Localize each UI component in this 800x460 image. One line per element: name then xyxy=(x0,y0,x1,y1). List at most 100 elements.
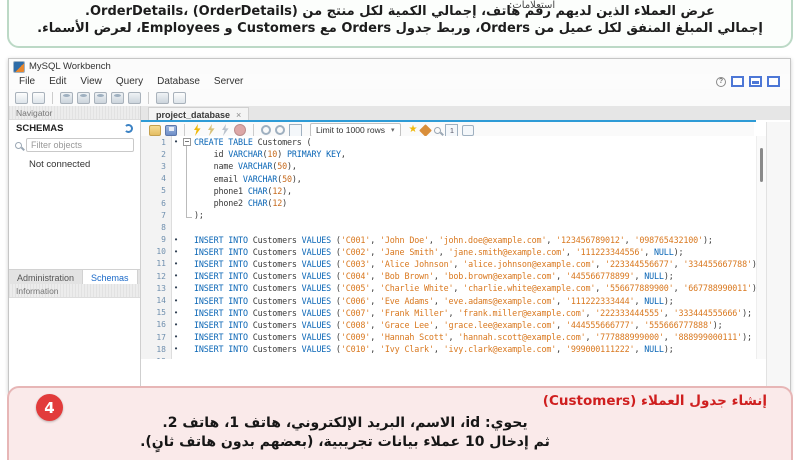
vertical-scrollbar[interactable] xyxy=(756,136,766,359)
menu-file[interactable]: File xyxy=(19,76,35,87)
code-text: INSERT INTO Customers VALUES ('C003', 'A… xyxy=(194,258,756,269)
line-number: 18 xyxy=(156,344,166,354)
sql-editor-area: project_database × Limit to 1000 rows ▾ … xyxy=(141,106,790,442)
line-number: 11 xyxy=(156,259,166,269)
vertical-scrollbar-thumb[interactable] xyxy=(760,148,763,182)
window-controls: ? xyxy=(716,76,790,87)
code-line[interactable]: 1 • CREATE TABLE Customers ( xyxy=(141,136,756,148)
minimize-button[interactable] xyxy=(731,76,744,87)
menu-query[interactable]: Query xyxy=(116,76,143,87)
information-header: Information xyxy=(9,284,140,298)
execute-statement-icon[interactable] xyxy=(206,124,216,136)
code-line[interactable]: 17 • INSERT INTO Customers VALUES ('C009',… xyxy=(141,331,756,343)
code-line[interactable]: 14 • INSERT INTO Customers VALUES ('C006',… xyxy=(141,294,756,306)
collapsed-side-panel xyxy=(766,122,790,393)
code-fold-icon[interactable] xyxy=(183,138,191,146)
chevron-down-icon: ▾ xyxy=(390,127,395,134)
filter-objects-input[interactable]: Filter objects xyxy=(26,138,134,152)
window-title: MySQL Workbench xyxy=(29,61,111,72)
code-line[interactable]: 9 • INSERT INTO Customers VALUES ('C001', … xyxy=(141,234,756,246)
code-fold-guide xyxy=(186,146,192,218)
new-query-tab-icon[interactable] xyxy=(15,91,28,104)
close-button[interactable] xyxy=(767,76,780,87)
statement-marker-icon: • xyxy=(174,295,178,305)
model-icon[interactable] xyxy=(128,91,141,104)
statement-marker-icon: • xyxy=(174,258,178,268)
schema-filter-row: Filter objects xyxy=(9,137,140,153)
row-limit-dropdown[interactable]: Limit to 1000 rows ▾ xyxy=(310,123,401,137)
beautify-wizard-icon[interactable]: ★ xyxy=(409,125,418,135)
preferences-icon[interactable] xyxy=(173,91,186,104)
code-text: phone1 CHAR(12), xyxy=(194,185,292,196)
rollback-icon[interactable] xyxy=(289,123,302,137)
stop-icon[interactable] xyxy=(234,124,246,136)
statement-marker-icon: • xyxy=(174,271,178,281)
code-line[interactable]: 15 • INSERT INTO Customers VALUES ('C007',… xyxy=(141,307,756,319)
code-line[interactable]: 11 • INSERT INTO Customers VALUES ('C003',… xyxy=(141,258,756,270)
top-note-cutoff-text: استعلامات: xyxy=(509,0,556,11)
open-file-icon[interactable] xyxy=(149,124,161,136)
sql-code-editor[interactable]: 1 • CREATE TABLE Customers (2 id VARCHAR(1… xyxy=(141,136,756,359)
refresh-icon[interactable] xyxy=(124,124,133,133)
code-line[interactable]: 10 • INSERT INTO Customers VALUES ('C002',… xyxy=(141,246,756,258)
code-line[interactable]: 6 phone2 CHAR(12) xyxy=(141,197,756,209)
new-connection-icon[interactable] xyxy=(60,91,73,104)
code-line[interactable]: 4 email VARCHAR(50), xyxy=(141,173,756,185)
tab-administration[interactable]: Administration xyxy=(9,270,82,285)
menu-database[interactable]: Database xyxy=(157,76,200,87)
menu-server[interactable]: Server xyxy=(214,76,243,87)
code-line[interactable]: 12 • INSERT INTO Customers VALUES ('C004',… xyxy=(141,270,756,282)
line-number: 17 xyxy=(156,332,166,342)
mysql-workbench-window: MySQL Workbench File Edit View Query Databas… xyxy=(8,58,791,442)
database-icon[interactable] xyxy=(94,91,107,104)
code-line[interactable]: 7); xyxy=(141,209,756,221)
bottom-note-line2: ثم إدخال 10 عملاء بيانات تجريبية، (بعضهم… xyxy=(140,434,550,450)
toolbar-separator xyxy=(184,124,185,136)
clean-icon[interactable] xyxy=(419,123,433,137)
save-icon[interactable] xyxy=(165,124,177,136)
find-icon[interactable] xyxy=(434,126,442,134)
code-line[interactable]: 2 id VARCHAR(10) PRIMARY KEY, xyxy=(141,148,756,160)
tab-schemas[interactable]: Schemas xyxy=(82,270,138,285)
maximize-button[interactable] xyxy=(749,76,762,87)
line-number: 8 xyxy=(161,222,166,232)
code-line[interactable]: 19 xyxy=(141,355,756,359)
statement-marker-icon: • xyxy=(174,332,178,342)
mysql-workbench-icon xyxy=(13,60,25,73)
help-icon[interactable]: ? xyxy=(716,76,726,87)
open-script-icon[interactable] xyxy=(32,91,45,104)
sidebar-bottom-tabs: Administration Schemas xyxy=(9,269,140,285)
line-number: 15 xyxy=(156,308,166,318)
close-tab-icon[interactable]: × xyxy=(236,110,241,120)
toolbar-separator xyxy=(253,124,254,136)
code-text: INSERT INTO Customers VALUES ('C008', 'G… xyxy=(194,319,723,330)
code-line[interactable]: 13 • INSERT INTO Customers VALUES ('C005',… xyxy=(141,282,756,294)
database-icon[interactable] xyxy=(111,91,124,104)
code-line[interactable]: 18 • INSERT INTO Customers VALUES ('C010',… xyxy=(141,343,756,355)
execute-script-icon[interactable] xyxy=(192,124,202,136)
menu-edit[interactable]: Edit xyxy=(49,76,66,87)
code-text: email VARCHAR(50), xyxy=(194,173,302,184)
code-text: id VARCHAR(10) PRIMARY KEY, xyxy=(194,149,346,160)
explain-icon[interactable] xyxy=(220,124,230,136)
database-icon[interactable] xyxy=(77,91,90,104)
connection-status-text: Not connected xyxy=(29,159,91,170)
code-line[interactable]: 3 name VARCHAR(50), xyxy=(141,160,756,172)
code-line[interactable]: 16 • INSERT INTO Customers VALUES ('C008',… xyxy=(141,319,756,331)
line-number: 12 xyxy=(156,271,166,281)
line-number: 2 xyxy=(161,149,166,159)
toggle-invisible-chars-icon[interactable]: 1 xyxy=(445,123,459,137)
code-text: name VARCHAR(50), xyxy=(194,161,297,172)
commit-icon[interactable] xyxy=(275,125,285,135)
tab-project-database[interactable]: project_database × xyxy=(148,107,250,121)
wrap-text-icon[interactable] xyxy=(462,124,475,136)
bottom-note-card: 4 إنشاء جدول العملاء (Customers) يحوي: i… xyxy=(7,386,793,460)
code-line[interactable]: 5 phone1 CHAR(12), xyxy=(141,185,756,197)
toggle-autocommit-icon[interactable] xyxy=(261,125,271,135)
menu-view[interactable]: View xyxy=(80,76,102,87)
row-limit-value: Limit to 1000 rows xyxy=(316,125,385,135)
bottom-note-body: يحوي: id، الاسم، البريد الإلكتروني، هاتف… xyxy=(9,414,681,452)
migration-icon[interactable] xyxy=(156,91,169,104)
code-line[interactable]: 8 xyxy=(141,221,756,233)
code-text: ); xyxy=(194,210,204,221)
